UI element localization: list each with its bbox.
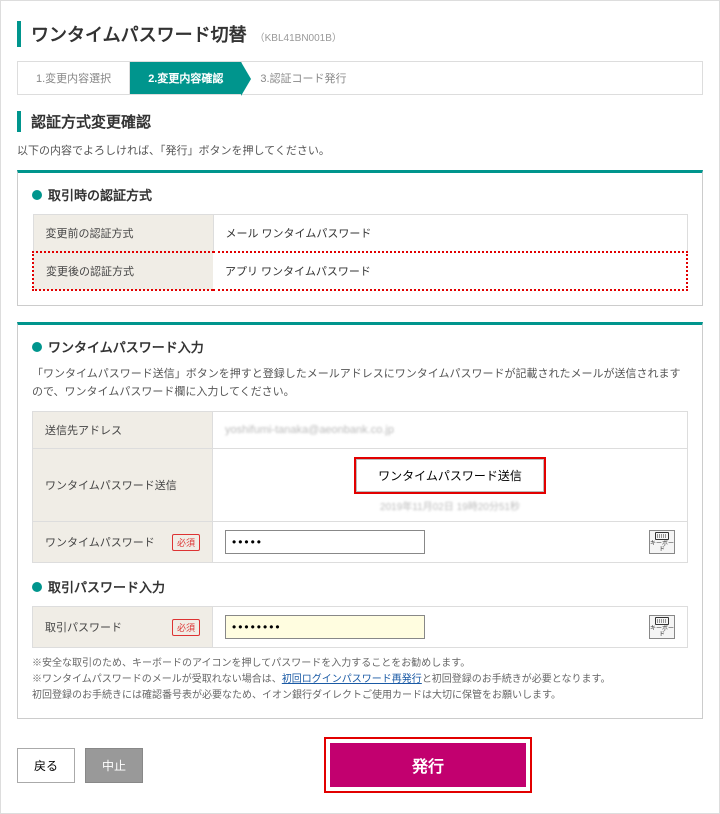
otp-send-timestamp: 2019年11月02日 19時20分51秒 (225, 498, 675, 513)
section-intro: 以下の内容でよろしければ、「発行」ボタンを押してください。 (17, 142, 703, 158)
auth-method-table: 変更前の認証方式 メール ワンタイムパスワード 変更後の認証方式 アプリ ワンタ… (32, 214, 688, 291)
keyboard-icon-label: キーボード (650, 541, 674, 553)
txn-field-label: 取引パスワード (45, 622, 122, 634)
otp-address-row: 送信先アドレス yoshifumi-tanaka@aeonbank.co.jp (33, 412, 688, 449)
auth-after-row: 変更後の認証方式 アプリ ワンタイムパスワード (33, 252, 687, 290)
step-indicator: 1.変更内容選択 2.変更内容確認 3.認証コード発行 (17, 61, 703, 95)
step-3: 3.認証コード発行 (242, 62, 364, 94)
otp-field-row: ワンタイムパスワード 必須 キーボード (33, 522, 688, 563)
back-button[interactable]: 戻る (17, 748, 75, 783)
otp-desc: 「ワンタイムパスワード送信」ボタンを押すと登録したメールアドレスにワンタイムパス… (32, 366, 688, 401)
bullet-icon (32, 342, 42, 352)
page-container: ワンタイムパスワード切替 （KBL41BN001B） 1.変更内容選択 2.変更… (0, 0, 720, 814)
auth-method-heading: 取引時の認証方式 (32, 185, 688, 204)
step-1: 1.変更内容選択 (18, 62, 130, 94)
otp-send-label: ワンタイムパスワード送信 (33, 449, 213, 522)
note-2b: と初回登録のお手続きが必要となります。 (422, 674, 611, 685)
software-keyboard-button[interactable]: キーボード (649, 615, 675, 639)
cancel-button[interactable]: 中止 (85, 748, 143, 783)
otp-heading: ワンタイムパスワード入力 (32, 337, 688, 356)
bullet-icon (32, 582, 42, 592)
auth-before-row: 変更前の認証方式 メール ワンタイムパスワード (33, 215, 687, 253)
step-2: 2.変更内容確認 (130, 62, 242, 94)
txn-password-input[interactable] (225, 615, 425, 639)
otp-field-label: ワンタイムパスワード (45, 537, 155, 549)
page-title-block: ワンタイムパスワード切替 （KBL41BN001B） (17, 21, 703, 47)
otp-input[interactable] (225, 530, 425, 554)
required-badge: 必須 (172, 619, 200, 636)
otp-heading-text: ワンタイムパスワード入力 (48, 337, 204, 356)
otp-address-value: yoshifumi-tanaka@aeonbank.co.jp (225, 424, 394, 436)
auth-before-label: 変更前の認証方式 (33, 215, 213, 253)
auth-before-value: メール ワンタイムパスワード (213, 215, 687, 253)
auth-method-panel: 取引時の認証方式 変更前の認証方式 メール ワンタイムパスワード 変更後の認証方… (17, 170, 703, 306)
txn-field-row: 取引パスワード 必須 キーボード (33, 607, 688, 648)
otp-table: 送信先アドレス yoshifumi-tanaka@aeonbank.co.jp … (32, 411, 688, 563)
required-badge: 必須 (172, 534, 200, 551)
auth-after-label: 変更後の認証方式 (33, 252, 213, 290)
page-title: ワンタイムパスワード切替 (31, 21, 247, 47)
reissue-link[interactable]: 初回ログインパスワード再発行 (282, 674, 422, 685)
submit-button[interactable]: 発行 (330, 743, 526, 787)
otp-send-row: ワンタイムパスワード送信 ワンタイムパスワード送信 2019年11月02日 19… (33, 449, 688, 522)
action-bar: 戻る 中止 発行 (17, 737, 703, 793)
auth-after-value: アプリ ワンタイムパスワード (213, 252, 687, 290)
note-1: ※安全な取引のため、キーボードのアイコンを押してパスワードを入力することをお勧め… (32, 656, 688, 672)
software-keyboard-button[interactable]: キーボード (649, 530, 675, 554)
bullet-icon (32, 190, 42, 200)
otp-address-label: 送信先アドレス (33, 412, 213, 449)
keyboard-icon-label: キーボード (650, 626, 674, 638)
note-2a: ※ワンタイムパスワードのメールが受取れない場合は、 (32, 674, 282, 685)
txn-heading-text: 取引パスワード入力 (48, 577, 165, 596)
page-code: （KBL41BN001B） (255, 29, 342, 44)
otp-send-button[interactable]: ワンタイムパスワード送信 (354, 457, 546, 494)
note-3: 初回登録のお手続きには確認番号表が必要なため、イオン銀行ダイレクトご使用カードは… (32, 688, 688, 704)
section-title: 認証方式変更確認 (17, 111, 703, 132)
password-panel: ワンタイムパスワード入力 「ワンタイムパスワード送信」ボタンを押すと登録したメー… (17, 322, 703, 719)
keyboard-icon (655, 532, 669, 540)
txn-table: 取引パスワード 必須 キーボード (32, 606, 688, 648)
notes: ※安全な取引のため、キーボードのアイコンを押してパスワードを入力することをお勧め… (32, 656, 688, 704)
txn-heading: 取引パスワード入力 (32, 577, 688, 596)
auth-method-heading-text: 取引時の認証方式 (48, 185, 152, 204)
keyboard-icon (655, 617, 669, 625)
submit-highlight: 発行 (324, 737, 532, 793)
